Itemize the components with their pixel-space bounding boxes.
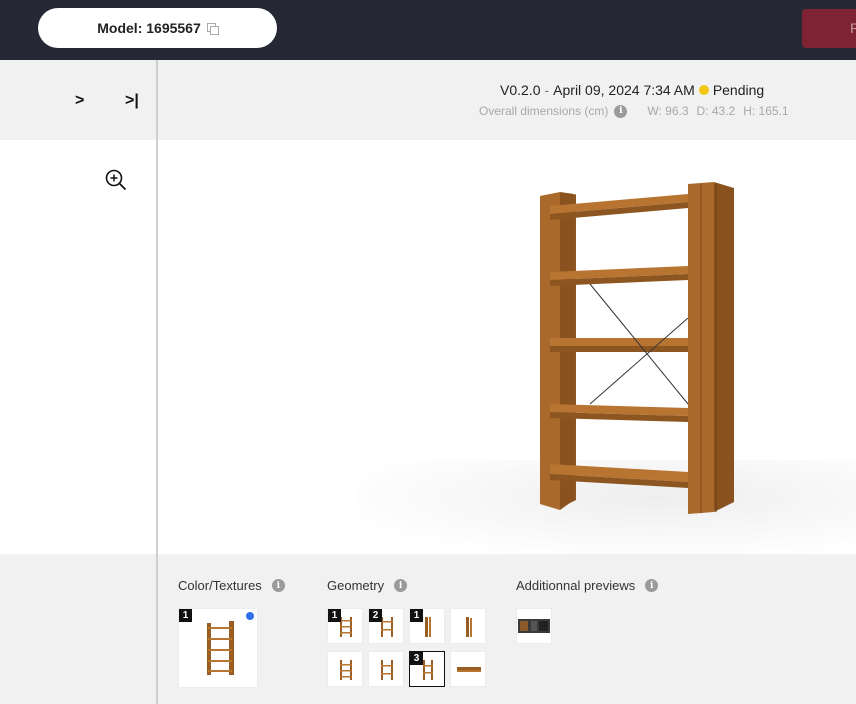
dimensions-info-icon[interactable]: i xyxy=(614,104,628,118)
additional-previews-info-icon[interactable]: i xyxy=(645,579,659,592)
geometry-thumb[interactable] xyxy=(327,651,363,687)
version-separator: - xyxy=(544,82,550,98)
dimensions-label: Overall dimensions (cm) xyxy=(479,104,609,118)
dimensions-line: Overall dimensions (cm) i W: 96.3 D: 43.… xyxy=(479,104,797,118)
model-id-pill[interactable]: Model: 1695567 xyxy=(38,8,277,48)
geometry-thumb[interactable]: 1 xyxy=(327,608,363,644)
left-panel-header: > >| xyxy=(0,60,156,140)
color-texture-thumb[interactable]: 1 xyxy=(178,608,258,688)
thumb-badge: 1 xyxy=(179,609,192,622)
geometry-thumb[interactable] xyxy=(450,651,486,687)
geometry-shape-icon xyxy=(340,660,352,680)
width-value: W: 96.3 xyxy=(647,104,689,118)
color-textures-info-icon[interactable]: i xyxy=(271,579,285,592)
left-panel-footer xyxy=(0,554,156,704)
selected-dot-icon xyxy=(246,612,254,620)
copy-icon[interactable] xyxy=(206,22,219,35)
additional-preview-thumb[interactable] xyxy=(516,608,552,644)
geometry-thumb[interactable] xyxy=(368,651,404,687)
thumb-badge: 1 xyxy=(328,609,341,622)
height-value: H: 165.1 xyxy=(743,104,789,118)
status-dot-icon xyxy=(698,85,709,95)
geometry-label: Geometry xyxy=(327,578,385,593)
thumb-badge: 2 xyxy=(369,609,382,622)
expand-all-icon[interactable]: >| xyxy=(125,92,139,110)
depth-value: D: 43.2 xyxy=(696,104,736,118)
geometry-info-icon[interactable]: i xyxy=(394,579,408,592)
geometry-thumb[interactable]: 3 xyxy=(409,651,445,687)
zoom-in-icon[interactable] xyxy=(105,169,127,191)
version-date: April 09, 2024 7:34 AM xyxy=(553,82,695,98)
thumb-badge: 1 xyxy=(410,609,423,622)
expand-chevron-icon[interactable]: > xyxy=(75,92,84,110)
model-id-label: Model: 1695567 xyxy=(97,20,201,36)
top-bar: Model: 1695567 R xyxy=(0,0,856,60)
geometry-thumb[interactable]: 1 xyxy=(409,608,445,644)
thumb-badge: 3 xyxy=(410,652,423,665)
3d-viewer[interactable] xyxy=(158,140,856,554)
bottom-panel: Color/Textures i Geometry i Additionnal … xyxy=(158,554,856,704)
geometry-thumb[interactable]: 2 xyxy=(368,608,404,644)
additional-previews-label: Additionnal previews xyxy=(516,578,636,593)
version-number: V0.2.0 xyxy=(500,82,541,98)
geometry-shape-icon xyxy=(381,660,393,680)
version-info-bar: V0.2.0 - April 09, 2024 7:34 AM Pending … xyxy=(158,60,856,140)
bookshelf-render xyxy=(540,182,734,514)
top-action-button[interactable]: R xyxy=(802,9,856,48)
geometry-thumb[interactable] xyxy=(450,608,486,644)
status-text: Pending xyxy=(712,82,765,98)
left-panel: > >| xyxy=(0,60,156,704)
geometry-title: Geometry i xyxy=(327,578,408,593)
geometry-shape-icon xyxy=(466,617,472,637)
additional-previews-title: Additionnal previews i xyxy=(516,578,659,593)
color-textures-title: Color/Textures i xyxy=(178,578,285,593)
color-textures-label: Color/Textures xyxy=(178,578,262,593)
preview-thumb-icon xyxy=(518,619,550,633)
geometry-shape-icon xyxy=(457,667,481,672)
version-line: V0.2.0 - April 09, 2024 7:34 AM Pending xyxy=(500,82,764,98)
